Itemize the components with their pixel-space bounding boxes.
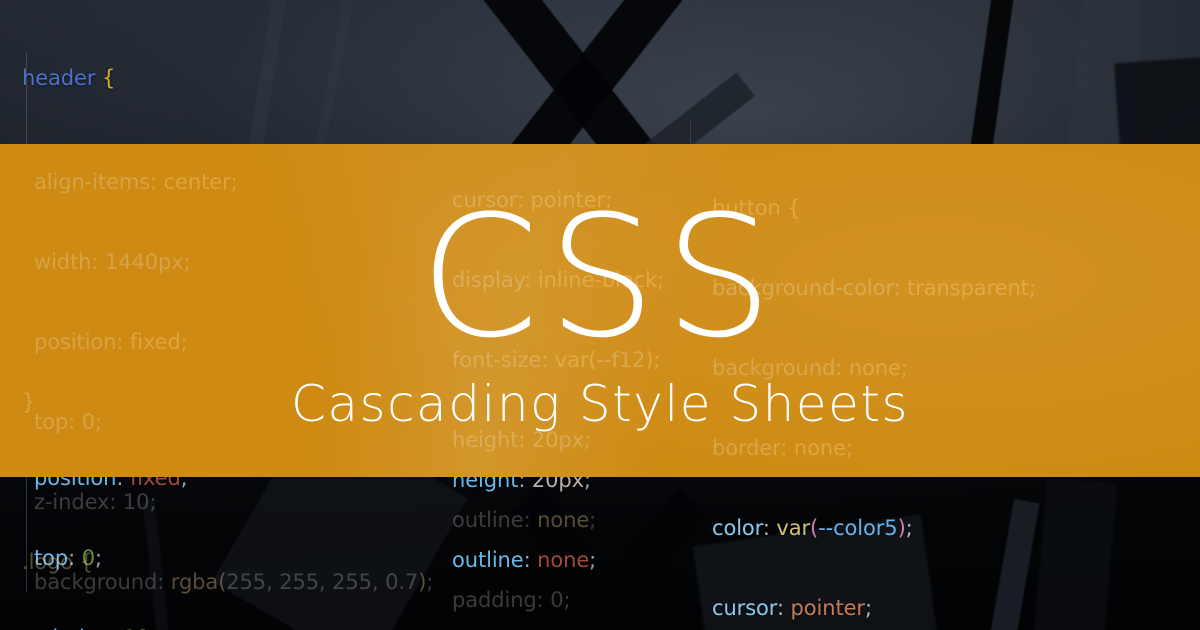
ghost-code-right: button { background-color: transparent; … (712, 148, 1036, 630)
css-banner-image: header { display: flex; justify-content:… (0, 0, 1200, 630)
code-line: display: inline-block; (452, 268, 665, 292)
code-line: align-items: center; (34, 170, 238, 194)
code-line: padding: 0; (452, 588, 571, 612)
code-line: outline: none; (452, 508, 597, 532)
code-line: button { (712, 196, 801, 220)
code-line: } (22, 390, 36, 414)
code-line: height: 20px; (452, 428, 591, 452)
code-line: background: none; (712, 356, 908, 380)
ghost-code-left-brace: } .logo { font-family: var(--font); (22, 342, 272, 630)
code-line: cursor: pointer; (712, 596, 872, 620)
ghost-code-middle: cursor: pointer; display: inline-block; … (452, 140, 664, 630)
css-selector: header (22, 66, 96, 90)
code-line: cursor: pointer; (452, 188, 612, 212)
orange-banner-band: align-items: center; width: 1440px; posi… (0, 144, 1200, 620)
code-line: color: var(--color5); (712, 516, 913, 540)
code-line: font-size: var(--f12); (452, 348, 661, 372)
code-line: width: 1440px; (34, 250, 191, 274)
code-line: font-family: var(--font); (22, 622, 272, 630)
code-line: background-color: transparent; (712, 276, 1036, 300)
code-line: header { (22, 58, 442, 98)
css-brace: { (101, 66, 116, 90)
code-line: .logo { (22, 550, 93, 574)
code-line: border: none; (712, 436, 853, 460)
panel-decoration (1032, 477, 1118, 630)
